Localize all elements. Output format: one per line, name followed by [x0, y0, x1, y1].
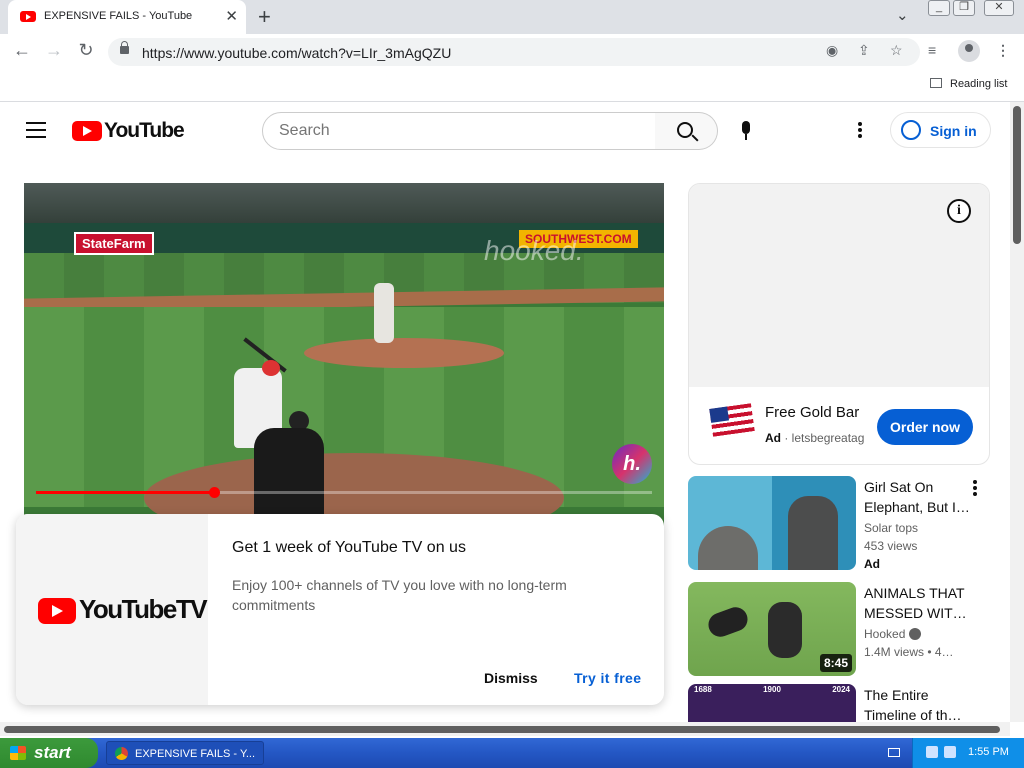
- address-bar[interactable]: https://www.youtube.com/watch?v=LIr_3mAg…: [108, 38, 920, 66]
- dismiss-button[interactable]: Dismiss: [484, 670, 538, 686]
- sign-in-label: Sign in: [930, 123, 977, 139]
- pitcher-figure: [374, 283, 394, 343]
- youtube-tv-wordmark: YouTubeTV: [79, 594, 208, 624]
- progress-bar-played: [36, 491, 215, 494]
- network-icon[interactable]: [926, 746, 938, 758]
- youtube-logo-icon[interactable]: [72, 121, 102, 141]
- url-text[interactable]: https://www.youtube.com/watch?v=LIr_3mAg…: [142, 45, 451, 61]
- restore-button[interactable]: ❐: [953, 0, 975, 16]
- promo-headline: Get 1 week of YouTube TV on us: [232, 539, 466, 556]
- hooked-watermark: hooked.: [484, 235, 584, 266]
- browser-toolbar: ← → ↻ https://www.youtube.com/watch?v=LI…: [0, 34, 1024, 70]
- order-now-button[interactable]: Order now: [877, 409, 973, 445]
- timeline-year: 1688: [694, 685, 712, 694]
- tab-search-chevron-icon[interactable]: ⌄: [896, 6, 909, 24]
- taskbar-window-button[interactable]: EXPENSIVE FAILS - Y...: [106, 741, 264, 765]
- clock[interactable]: 1:55 PM: [968, 746, 1009, 758]
- channel-name-text: Hooked: [864, 627, 906, 641]
- reading-list-label: Reading list: [950, 78, 1008, 90]
- windows-logo-icon: [10, 746, 26, 760]
- start-button[interactable]: start: [0, 738, 98, 768]
- media-queue-icon[interactable]: ≡: [928, 42, 936, 58]
- video-thumbnail[interactable]: 8:45: [688, 582, 856, 676]
- duration-badge: 8:45: [819, 654, 852, 672]
- recommendation-item[interactable]: 8:45 ANIMALS THAT MESSED WIT… Hooked 1.4…: [688, 582, 990, 676]
- ad-domain: letsbegreatag: [791, 431, 865, 445]
- statefarm-sign: StateFarm: [74, 232, 154, 255]
- bookmarks-bar: Reading list: [0, 70, 1024, 102]
- recommendation-item[interactable]: Girl Sat On Elephant, But I… Solar tops …: [688, 476, 990, 571]
- horizontal-scroll-thumb[interactable]: [4, 726, 1000, 733]
- channel-watermark-badge[interactable]: h.: [612, 444, 652, 484]
- ad-title[interactable]: Free Gold Bar: [765, 404, 859, 421]
- account-circle-icon: [901, 120, 921, 140]
- start-label: start: [34, 743, 71, 762]
- ad-meta: Ad · letsbegreatag: [765, 431, 865, 445]
- progress-scrubber-handle[interactable]: [209, 487, 220, 498]
- settings-menu-icon[interactable]: [858, 122, 864, 140]
- chrome-icon: [115, 747, 128, 760]
- voice-search-mic-icon[interactable]: [740, 121, 752, 141]
- video-player[interactable]: StateFarm SOUTHWEST.COM hooked. h.: [24, 183, 664, 528]
- video-title[interactable]: The Entire Timeline of th…: [864, 685, 974, 722]
- timeline-years: 1688 1900 2024: [694, 685, 850, 694]
- forward-arrow-icon[interactable]: →: [42, 40, 66, 61]
- umpire-figure: [254, 428, 324, 528]
- channel-name[interactable]: Hooked: [864, 627, 922, 641]
- bookmark-star-icon[interactable]: ☆: [890, 42, 903, 59]
- volume-icon[interactable]: [944, 746, 956, 758]
- search-button[interactable]: [655, 112, 718, 150]
- reload-icon[interactable]: ↻: [74, 40, 98, 61]
- promo-brand-panel: YouTubeTV: [16, 514, 208, 705]
- guide-menu-icon[interactable]: [26, 122, 46, 143]
- youtube-favicon-icon: [20, 11, 36, 22]
- reading-list-button[interactable]: Reading list: [930, 78, 1007, 90]
- recommendation-item[interactable]: 1688 1900 2024 The Entire Timeline of th…: [688, 684, 990, 722]
- search-input[interactable]: [262, 112, 656, 150]
- tracking-eye-icon[interactable]: ◉: [826, 42, 838, 59]
- timeline-year: 1900: [763, 685, 781, 694]
- taskbar-window-label: EXPENSIVE FAILS - Y...: [135, 748, 256, 760]
- new-tab-button[interactable]: +: [258, 4, 271, 30]
- video-title[interactable]: Girl Sat On Elephant, But I…: [864, 477, 974, 517]
- ad-info-icon[interactable]: i: [947, 199, 971, 223]
- pitchers-mound: [304, 338, 504, 368]
- verified-check-icon: [909, 628, 922, 640]
- tab-title: EXPENSIVE FAILS - YouTube: [44, 10, 193, 22]
- browser-tab[interactable]: EXPENSIVE FAILS - YouTube ✕: [8, 0, 246, 34]
- more-actions-icon[interactable]: [973, 480, 977, 498]
- ad-label: Ad: [765, 431, 781, 445]
- view-count: 453 views: [864, 539, 918, 553]
- search-icon: [677, 122, 693, 138]
- us-flag-icon: [709, 403, 755, 437]
- timeline-year: 2024: [832, 685, 850, 694]
- view-count: 1.4M views • 4…: [864, 645, 954, 659]
- promo-body: Enjoy 100+ channels of TV you love with …: [232, 577, 567, 613]
- minimize-button[interactable]: _: [928, 0, 950, 16]
- youtube-tv-promo: YouTubeTV Get 1 week of YouTube TV on us…: [16, 514, 664, 705]
- sidebar-ad-card[interactable]: i Free Gold Bar Ad · letsbegreatag Order…: [688, 183, 990, 465]
- video-thumbnail[interactable]: 1688 1900 2024: [688, 684, 856, 722]
- channel-name[interactable]: Solar tops: [864, 521, 918, 535]
- profile-avatar-icon[interactable]: [958, 40, 980, 62]
- ad-image-area: [689, 184, 989, 387]
- back-arrow-icon[interactable]: ←: [10, 40, 34, 61]
- youtube-logo-text[interactable]: YouTube: [104, 119, 185, 143]
- try-it-free-button[interactable]: Try it free: [574, 670, 641, 686]
- window-close-button[interactable]: ✕: [984, 0, 1014, 16]
- share-icon[interactable]: ⇪: [858, 42, 870, 59]
- close-tab-icon[interactable]: ✕: [225, 7, 238, 25]
- sign-in-button[interactable]: Sign in: [890, 112, 991, 148]
- lock-icon: [120, 41, 129, 54]
- video-thumbnail[interactable]: [688, 476, 856, 570]
- vertical-scroll-thumb[interactable]: [1013, 106, 1021, 244]
- chrome-menu-icon[interactable]: ⋮: [996, 42, 1010, 59]
- youtube-tv-logo-icon: [38, 598, 76, 624]
- keyboard-icon[interactable]: [888, 748, 900, 757]
- reading-list-icon: [930, 78, 942, 88]
- ad-badge: Ad: [864, 557, 880, 571]
- video-title[interactable]: ANIMALS THAT MESSED WIT…: [864, 583, 974, 623]
